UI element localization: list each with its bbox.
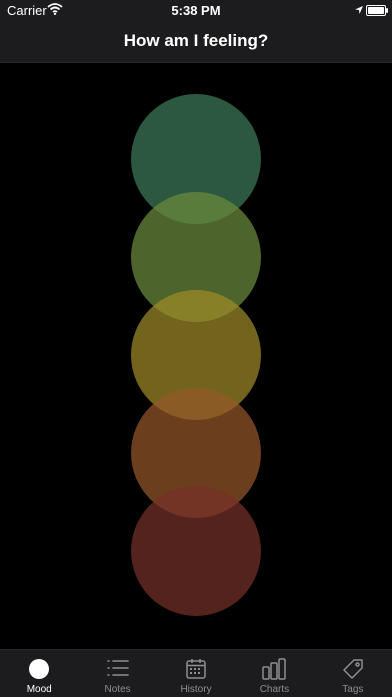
tab-bar: Mood Notes History Charts Tags xyxy=(0,649,392,697)
navigation-bar: How am I feeling? xyxy=(0,20,392,63)
location-arrow-icon xyxy=(354,3,364,18)
tab-charts[interactable]: Charts xyxy=(235,650,313,697)
tab-mood[interactable]: Mood xyxy=(0,650,78,697)
bar-chart-icon xyxy=(261,658,287,685)
tab-history[interactable]: History xyxy=(157,650,235,697)
circle-icon xyxy=(28,658,50,685)
mood-selector xyxy=(0,63,392,649)
calendar-icon xyxy=(185,658,207,685)
tab-notes[interactable]: Notes xyxy=(78,650,156,697)
tab-tags-label: Tags xyxy=(342,684,364,695)
status-time: 5:38 PM xyxy=(171,3,221,18)
list-icon xyxy=(106,658,130,683)
tab-notes-label: Notes xyxy=(104,684,131,695)
tab-tags[interactable]: Tags xyxy=(314,650,392,697)
mood-circle-5[interactable] xyxy=(131,486,261,616)
tab-history-label: History xyxy=(180,684,212,695)
status-bar: Carrier 5:38 PM xyxy=(0,0,392,20)
tag-icon xyxy=(341,658,365,685)
tab-mood-label: Mood xyxy=(26,684,52,695)
page-title: How am I feeling? xyxy=(123,31,269,50)
tab-charts-label: Charts xyxy=(259,684,290,695)
battery-icon xyxy=(366,5,388,16)
